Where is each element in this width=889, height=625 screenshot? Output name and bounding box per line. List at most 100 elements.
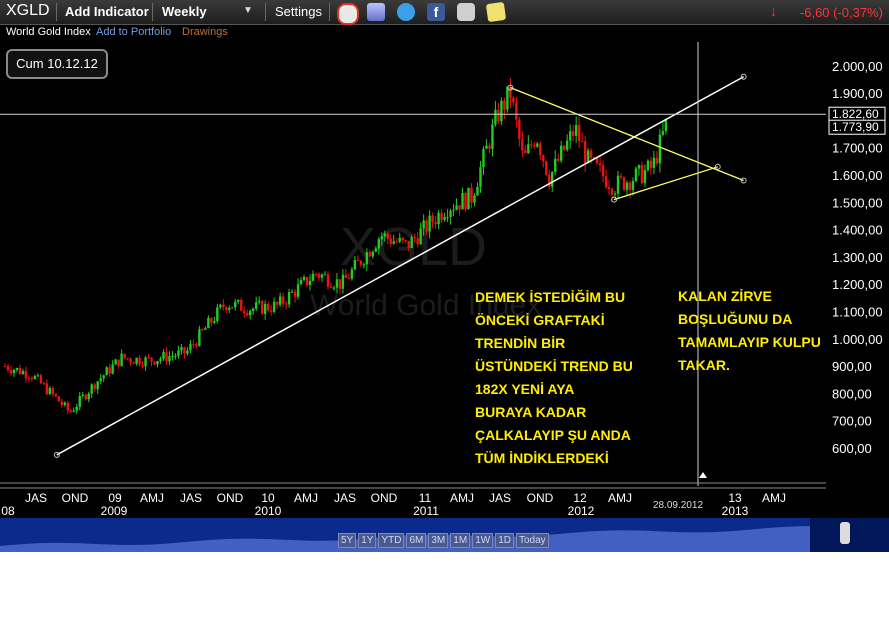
range-buttons: 5Y 1Y YTD 6M 3M 1M 1W 1D Today <box>338 530 551 548</box>
candle-body <box>362 264 366 266</box>
candle-body <box>281 296 285 304</box>
candle-body <box>120 353 123 366</box>
candle-body <box>560 145 563 161</box>
x-tick-label: OND <box>62 491 89 505</box>
candle-body <box>305 276 309 286</box>
candle-body <box>108 367 111 374</box>
range-button-1y[interactable]: 1Y <box>358 533 377 548</box>
candle-body <box>231 307 234 309</box>
candle-body <box>243 310 246 313</box>
candle-body <box>479 167 482 187</box>
candle-body <box>153 361 156 365</box>
x-tick-label: JAS <box>489 491 511 505</box>
candle-body <box>452 209 455 211</box>
candle-body <box>563 145 566 150</box>
x-tick-label: 12 <box>573 491 587 505</box>
candle-body <box>135 357 138 364</box>
candle-body <box>246 312 249 316</box>
candle-body <box>33 376 37 379</box>
range-button-5y[interactable]: 5Y <box>338 533 357 548</box>
candle-body <box>607 187 611 190</box>
candle-body <box>42 383 46 385</box>
candle-body <box>524 150 527 153</box>
candle-body <box>488 145 491 149</box>
candle-body <box>359 260 363 265</box>
range-button-1d[interactable]: 1D <box>495 533 514 548</box>
candle-body <box>467 187 470 210</box>
candle-body <box>78 396 81 407</box>
candle-body <box>332 287 336 289</box>
candle-body <box>126 358 129 360</box>
candle-body <box>530 144 533 146</box>
candle-body <box>419 228 422 245</box>
candle-body <box>257 301 261 303</box>
candle-body <box>207 318 210 329</box>
candle-body <box>24 371 28 379</box>
y-tick-label: 1.200,00 <box>832 277 883 292</box>
candle-body <box>500 100 503 122</box>
candle-body <box>272 301 276 312</box>
candle-body <box>66 402 69 411</box>
y-tick-label: 1.400,00 <box>832 223 883 238</box>
candle-body <box>210 318 213 323</box>
candle-body <box>296 284 300 297</box>
candle-body <box>293 291 297 297</box>
candle-body <box>434 222 437 225</box>
candle-body <box>652 157 656 168</box>
candle-body <box>574 125 578 136</box>
candle-body <box>353 260 357 270</box>
candle-body <box>228 307 231 310</box>
candle-body <box>87 393 90 400</box>
candle-body <box>225 307 228 310</box>
candle-body <box>506 86 509 110</box>
candle-body <box>649 160 653 168</box>
candle-body <box>36 375 40 377</box>
candle-body <box>317 273 321 278</box>
candle-body <box>392 241 395 244</box>
range-button-1w[interactable]: 1W <box>472 533 494 548</box>
candle-body <box>604 176 608 188</box>
candle-body <box>249 310 252 316</box>
range-button-today[interactable]: Today <box>515 533 549 548</box>
candle-body <box>515 102 518 120</box>
candle-body <box>156 361 159 365</box>
candle-body <box>165 352 168 362</box>
candle-body <box>347 277 351 279</box>
candle-body <box>39 375 43 384</box>
candle-body <box>240 299 243 311</box>
candle-body <box>619 175 623 178</box>
range-button-1m[interactable]: 1M <box>450 533 471 548</box>
candle-body <box>335 279 339 288</box>
candle-body <box>491 124 494 149</box>
candle-body <box>476 186 479 196</box>
x-year-label: 2013 <box>722 504 749 518</box>
candle-body <box>162 352 165 359</box>
x-tick-label: OND <box>217 491 244 505</box>
candle-body <box>521 138 524 151</box>
y-tick-label: 800,00 <box>832 386 872 401</box>
candle-body <box>183 347 186 354</box>
candle-body <box>482 148 485 168</box>
annotation-left: DEMEK İSTEDİĞİM BU ÖNCEKİ GRAFTAKİ TREND… <box>475 289 633 466</box>
candle-body <box>177 350 180 356</box>
candle-body <box>171 355 174 357</box>
range-button-ytd[interactable]: YTD <box>378 533 405 548</box>
candle-body <box>216 307 219 322</box>
y-tick-label: 1.000,00 <box>832 332 883 347</box>
x-tick-label: OND <box>371 491 398 505</box>
range-button-6m[interactable]: 6M <box>406 533 427 548</box>
price-chart[interactable]: XGLDWorld Gold Index2.000,001.900,001.80… <box>0 0 889 518</box>
candle-body <box>180 347 183 351</box>
candle-body <box>18 367 22 375</box>
range-button-3m[interactable]: 3M <box>428 533 449 548</box>
y-tick-label: 1.600,00 <box>832 168 883 183</box>
candle-body <box>287 292 291 305</box>
candle-body <box>45 383 49 395</box>
candle-body <box>539 143 542 156</box>
candle-body <box>470 187 473 203</box>
y-tick-label: 600,00 <box>832 441 872 456</box>
candle-body <box>494 109 497 125</box>
candle-body <box>30 378 34 380</box>
x-tick-label: 11 <box>419 491 432 505</box>
candle-body <box>431 215 434 223</box>
